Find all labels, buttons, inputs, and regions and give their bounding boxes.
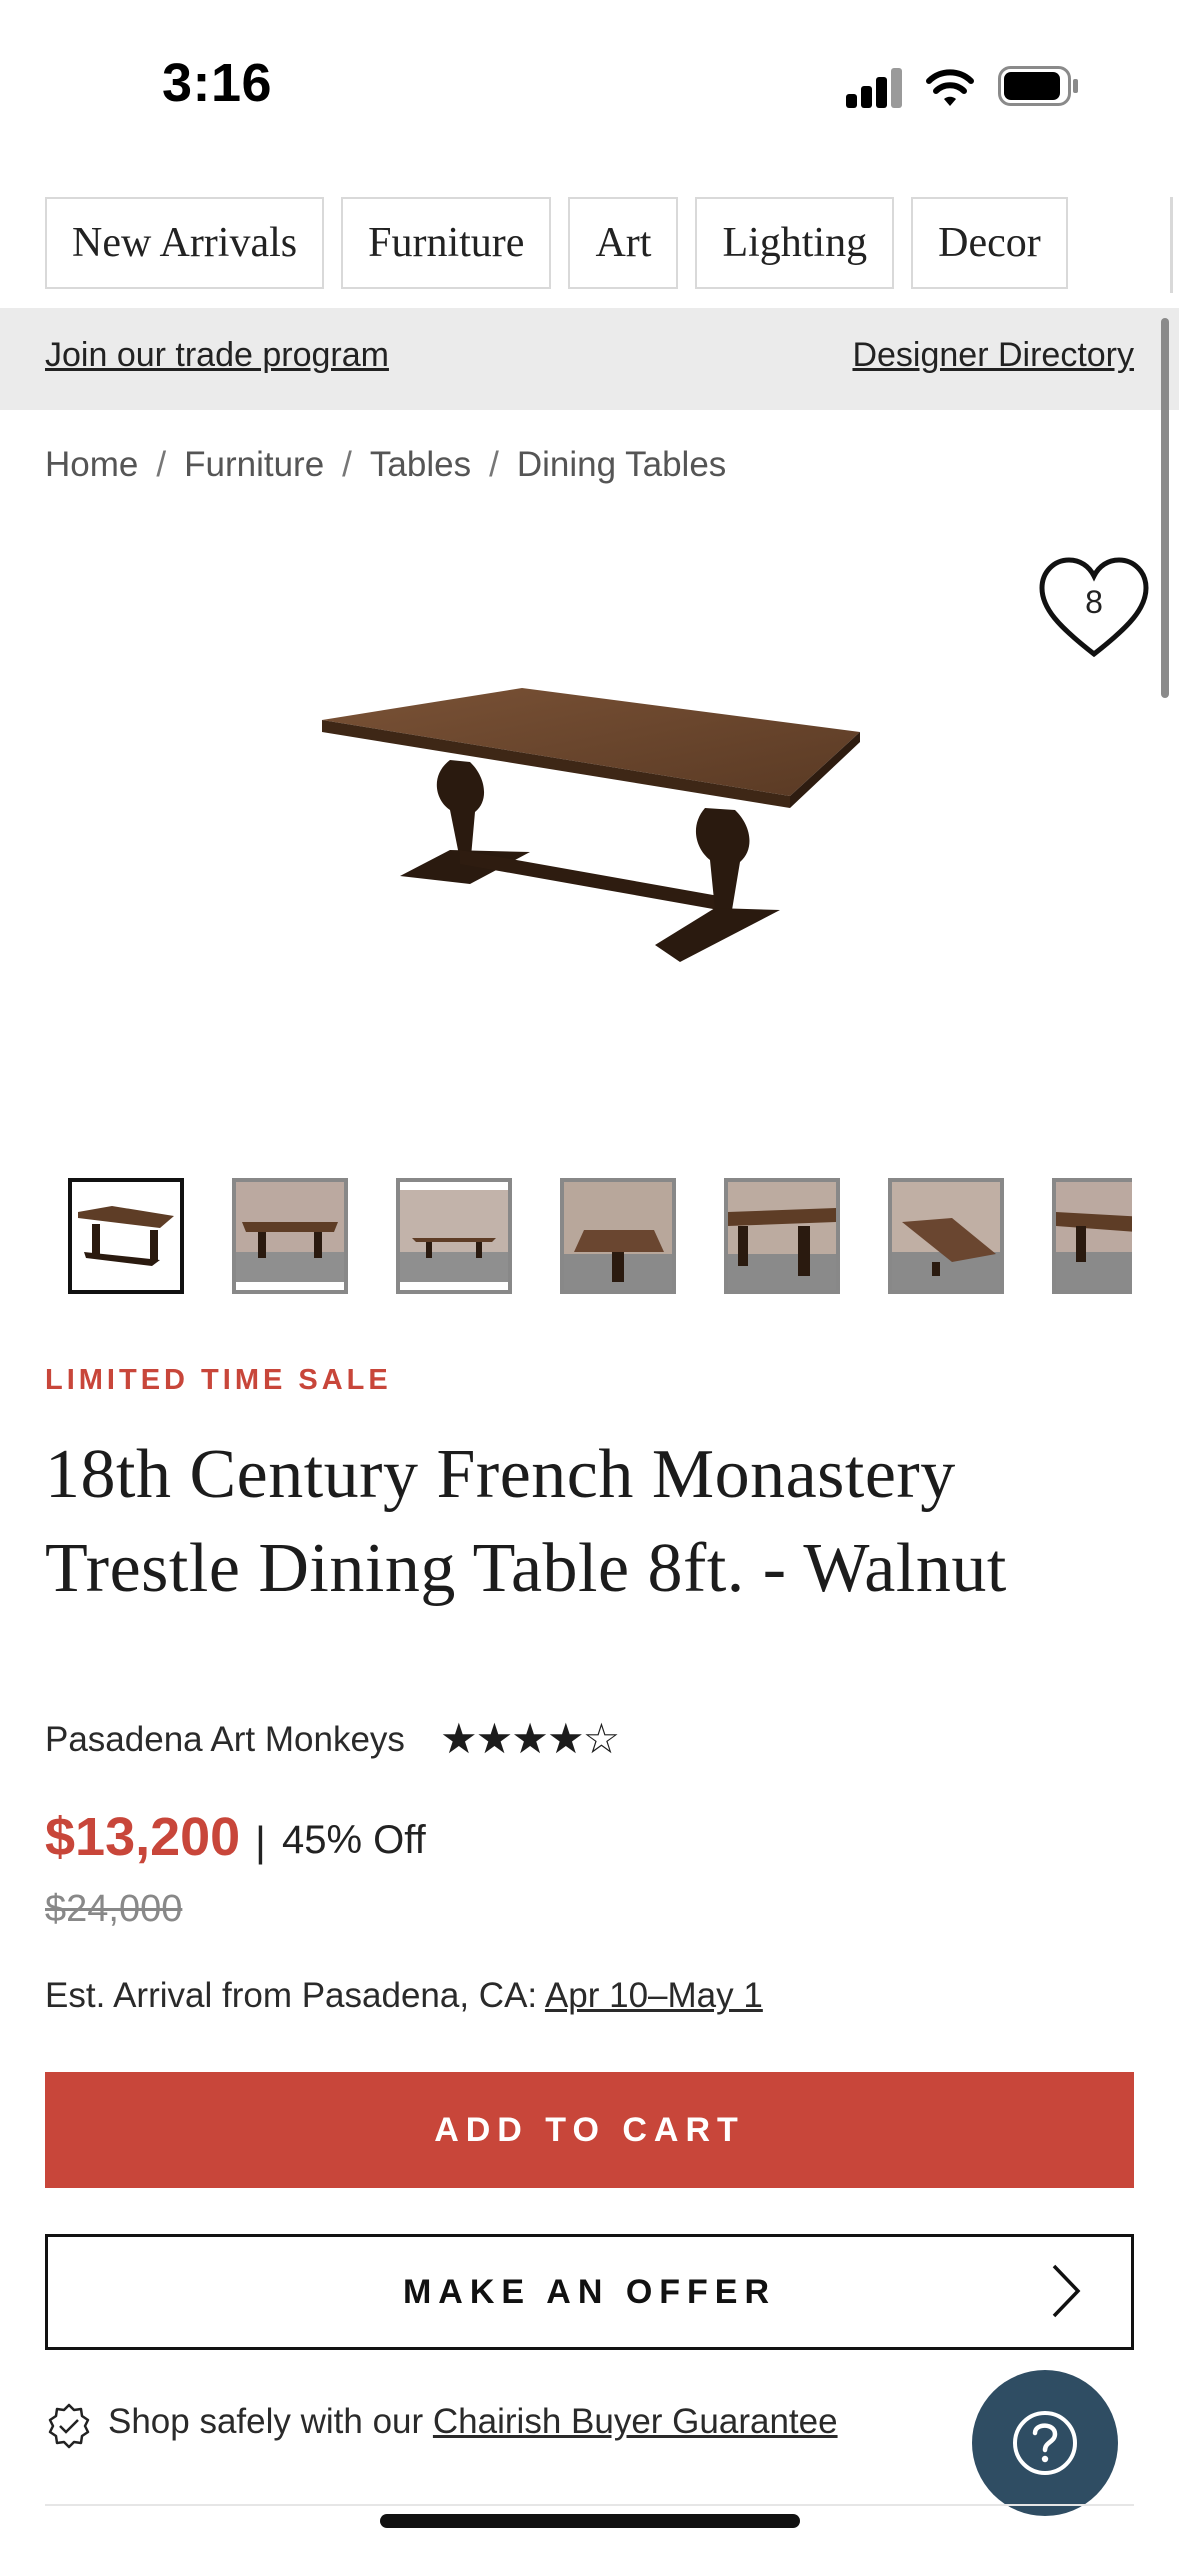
- thumbnail[interactable]: [724, 1178, 840, 1294]
- breadcrumb-dining-tables[interactable]: Dining Tables: [517, 445, 727, 485]
- make-offer-button[interactable]: MAKE AN OFFER: [45, 2234, 1134, 2350]
- buyer-guarantee-link[interactable]: Chairish Buyer Guarantee: [433, 2402, 838, 2441]
- product-main-image[interactable]: [310, 680, 870, 980]
- breadcrumb-separator: /: [489, 445, 499, 484]
- nav-item-furniture[interactable]: Furniture: [341, 197, 552, 289]
- question-icon: [1013, 2411, 1077, 2475]
- estimated-arrival: Est. Arrival from Pasadena, CA: Apr 10–M…: [45, 1976, 763, 2016]
- thumbnail[interactable]: [396, 1178, 512, 1294]
- thumbnail[interactable]: [888, 1178, 1004, 1294]
- cellular-signal-icon: [846, 68, 904, 108]
- shield-check-icon: [48, 2403, 90, 2449]
- breadcrumb-separator: /: [156, 445, 167, 484]
- status-time: 3:16: [162, 53, 273, 113]
- arrival-dates-link[interactable]: Apr 10–May 1: [545, 1976, 763, 2015]
- favorite-count: 8: [1085, 584, 1103, 620]
- designer-directory-link[interactable]: Designer Directory: [852, 336, 1134, 375]
- discount-label: 45% Off: [282, 1818, 426, 1862]
- nav-item-new-arrivals[interactable]: New Arrivals: [45, 197, 325, 289]
- divider: [45, 2504, 1134, 2506]
- home-indicator[interactable]: [380, 2514, 800, 2528]
- sale-price: $13,200: [45, 1807, 241, 1867]
- seller-link[interactable]: Pasadena Art Monkeys: [45, 1720, 405, 1760]
- category-nav: New Arrivals Furniture Art Lighting Deco…: [45, 197, 1068, 293]
- add-to-cart-button[interactable]: ADD TO CART: [45, 2072, 1134, 2188]
- product-title: 18th Century French Monastery Trestle Di…: [45, 1436, 1007, 1607]
- thumbnail-strip: [68, 1178, 1132, 1294]
- nav-overflow-edge: [1170, 197, 1173, 293]
- wifi-icon: [926, 69, 974, 106]
- breadcrumb-separator: /: [342, 445, 352, 484]
- breadcrumb-furniture[interactable]: Furniture: [184, 445, 324, 485]
- help-button[interactable]: [972, 2370, 1118, 2516]
- nav-item-lighting[interactable]: Lighting: [695, 197, 895, 289]
- nav-item-decor[interactable]: Decor: [911, 197, 1068, 289]
- breadcrumb: Home / Furniture / Tables / Dining Table…: [45, 445, 726, 485]
- thumbnail[interactable]: [232, 1178, 348, 1294]
- thumbnail[interactable]: [68, 1178, 184, 1294]
- thumbnail[interactable]: [1052, 1178, 1132, 1294]
- nav-item-art[interactable]: Art: [568, 197, 679, 289]
- buyer-guarantee: Shop safely with our Chairish Buyer Guar…: [108, 2402, 838, 2442]
- sale-label: LIMITED TIME SALE: [45, 1364, 392, 1396]
- breadcrumb-tables[interactable]: Tables: [370, 445, 471, 485]
- thumbnail[interactable]: [560, 1178, 676, 1294]
- breadcrumb-home[interactable]: Home: [45, 445, 138, 485]
- trade-program-link[interactable]: Join our trade program: [45, 336, 389, 375]
- arrival-prefix: Est. Arrival from Pasadena, CA:: [45, 1976, 538, 2015]
- battery-icon: [998, 66, 1078, 106]
- page-scrollbar[interactable]: [1161, 318, 1169, 698]
- original-price: $24,000: [45, 1888, 183, 1930]
- price-separator: |: [255, 1818, 266, 1865]
- rating-stars[interactable]: ★★★★☆: [440, 1714, 620, 1763]
- guarantee-prefix: Shop safely with our: [108, 2402, 424, 2441]
- chevron-right-icon: [1052, 2264, 1081, 2318]
